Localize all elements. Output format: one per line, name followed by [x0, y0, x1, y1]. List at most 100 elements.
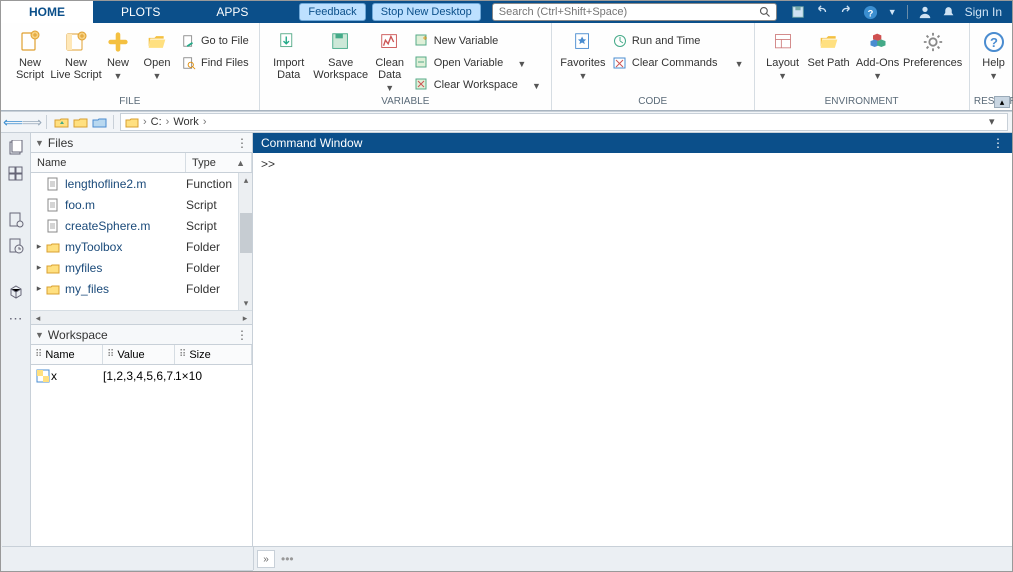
command-window-header: Command Window ⋮: [253, 133, 1012, 153]
scroll-up-icon[interactable]: ▴: [239, 173, 252, 187]
user-icon[interactable]: [918, 5, 932, 19]
find-files-button[interactable]: Find Files: [177, 53, 253, 73]
strip-history-icon[interactable]: [5, 235, 27, 257]
status-input-area: » •••: [253, 547, 1012, 571]
new-variable-button[interactable]: New Variable: [410, 31, 545, 51]
right-pane: Command Window ⋮ >> » •••: [253, 133, 1012, 571]
files-col-type[interactable]: Type▲: [186, 153, 252, 172]
scroll-down-icon[interactable]: ▾: [239, 296, 252, 310]
path-drive[interactable]: C:: [151, 116, 162, 128]
workspace-collapse-icon[interactable]: ▼: [35, 330, 44, 340]
file-row[interactable]: lengthofline2.mFunction: [31, 173, 252, 194]
strip-editor-icon[interactable]: [5, 209, 27, 231]
path-folder[interactable]: Work: [173, 116, 198, 128]
favorites-button[interactable]: Favorites▼: [558, 27, 608, 81]
set-path-button[interactable]: Set Path: [805, 27, 853, 69]
path-crumb-box[interactable]: › C: › Work › ▾: [120, 113, 1008, 131]
ribbon-group-variable: Import Data Save Workspace Clean Data▼ N…: [260, 23, 552, 110]
feedback-button[interactable]: Feedback: [299, 3, 365, 21]
search-icon[interactable]: [759, 6, 771, 18]
strip-files-icon[interactable]: [5, 137, 27, 159]
clean-data-button[interactable]: Clean Data▼: [370, 27, 410, 93]
folder-explorer-icon[interactable]: [91, 114, 107, 130]
command-window-body[interactable]: >>: [253, 153, 1012, 547]
new-live-script-button[interactable]: New Live Script: [53, 27, 99, 81]
file-row[interactable]: foo.mScript: [31, 194, 252, 215]
file-row[interactable]: createSphere.mScript: [31, 215, 252, 236]
redo-icon[interactable]: [839, 5, 853, 19]
strip-more-icon[interactable]: ⋯: [5, 307, 27, 329]
workspace-col-size[interactable]: ⠿Size: [175, 345, 252, 364]
command-window-menu-icon[interactable]: ⋮: [992, 136, 1004, 150]
workspace-panel-menu-icon[interactable]: ⋮: [236, 328, 248, 342]
run-and-time-button[interactable]: Run and Time: [608, 31, 748, 51]
open-variable-button[interactable]: Open Variable ▼: [410, 53, 545, 73]
help-icon[interactable]: ?: [863, 5, 878, 20]
status-left-spacer: [2, 546, 254, 570]
clear-commands-button[interactable]: Clear Commands ▼: [608, 53, 748, 73]
ribbon-collapse-button[interactable]: ▴: [994, 96, 1010, 108]
scroll-left-icon[interactable]: ◂: [31, 311, 45, 325]
workspace-col-value[interactable]: ⠿Value: [103, 345, 175, 364]
search-wrapper: [492, 3, 777, 21]
ribbon-group-file-label: FILE: [1, 95, 259, 109]
files-col-name[interactable]: Name: [31, 153, 186, 172]
forward-icon[interactable]: ⟹: [24, 114, 40, 130]
workspace-row[interactable]: x[1,2,3,4,5,6,7...1×10: [31, 365, 252, 387]
file-row[interactable]: ▸my_filesFolder: [31, 278, 252, 299]
back-icon[interactable]: ⟸: [5, 114, 21, 130]
layout-button[interactable]: Layout▼: [761, 27, 805, 81]
titlebar-actions: ? ▼ Sign In: [781, 1, 1012, 23]
ribbon-group-file: New Script New Live Script New▼ Open▼ Go…: [1, 23, 260, 110]
clear-workspace-button[interactable]: Clear Workspace ▼: [410, 75, 545, 95]
save-workspace-button[interactable]: Save Workspace: [312, 27, 370, 81]
tab-plots[interactable]: PLOTS: [93, 1, 188, 23]
expand-icon[interactable]: ▸: [33, 283, 45, 294]
files-scrollbar-h[interactable]: ◂ ▸: [31, 310, 252, 324]
script-icon: [45, 218, 61, 234]
variable-name: x: [51, 369, 103, 383]
import-data-button[interactable]: Import Data: [266, 27, 312, 81]
clear-commands-icon: [612, 55, 628, 71]
addons-button[interactable]: Add-Ons▼: [853, 27, 903, 81]
path-dropdown-icon[interactable]: ▾: [989, 115, 1003, 129]
workspace-panel-title: Workspace: [48, 328, 108, 342]
workspace-col-name[interactable]: ⠿Name: [31, 345, 103, 364]
strip-package-icon[interactable]: [5, 281, 27, 303]
help-button[interactable]: ? Help▼: [976, 27, 1012, 81]
file-row[interactable]: ▸myToolboxFolder: [31, 236, 252, 257]
up-folder-icon[interactable]: [53, 114, 69, 130]
status-run-icon[interactable]: »: [257, 550, 275, 568]
search-input[interactable]: [492, 3, 777, 21]
tab-apps[interactable]: APPS: [188, 1, 276, 23]
preferences-button[interactable]: Preferences: [903, 27, 963, 69]
new-button[interactable]: New▼: [99, 27, 137, 81]
scroll-right-icon[interactable]: ▸: [238, 311, 252, 325]
files-panel: ▼Files ⋮ Name Type▲ lengthofline2.mFunct…: [31, 133, 252, 325]
bell-icon[interactable]: [942, 5, 955, 19]
goto-file-button[interactable]: Go to File: [177, 31, 253, 51]
stop-new-desktop-button[interactable]: Stop New Desktop: [372, 3, 481, 21]
dropdown-icon[interactable]: ▼: [888, 7, 897, 17]
workspace-columns-header: ⠿Name ⠿Value ⠿Size: [31, 345, 252, 365]
sign-in-link[interactable]: Sign In: [965, 5, 1002, 19]
expand-icon[interactable]: ▸: [33, 262, 45, 273]
new-script-button[interactable]: New Script: [7, 27, 53, 81]
open-button[interactable]: Open▼: [137, 27, 177, 81]
files-panel-menu-icon[interactable]: ⋮: [236, 136, 248, 150]
variable-value: [1,2,3,4,5,6,7...: [103, 369, 175, 383]
files-scrollbar-v[interactable]: ▴ ▾: [238, 173, 252, 310]
folder-browse-icon[interactable]: [72, 114, 88, 130]
open-variable-icon: [414, 55, 430, 71]
ribbon-group-code: Favorites▼ Run and Time Clear Commands ▼…: [552, 23, 755, 110]
tab-home[interactable]: HOME: [1, 1, 93, 23]
undo-icon[interactable]: [815, 5, 829, 19]
save-icon[interactable]: [791, 5, 805, 19]
expand-icon[interactable]: ▸: [33, 241, 45, 252]
folder-icon: [125, 116, 139, 128]
scroll-thumb[interactable]: [240, 213, 252, 253]
strip-workspace-icon[interactable]: [5, 163, 27, 185]
variable-size: 1×10: [175, 369, 248, 383]
file-row[interactable]: ▸myfilesFolder: [31, 257, 252, 278]
files-collapse-icon[interactable]: ▼: [35, 138, 44, 148]
